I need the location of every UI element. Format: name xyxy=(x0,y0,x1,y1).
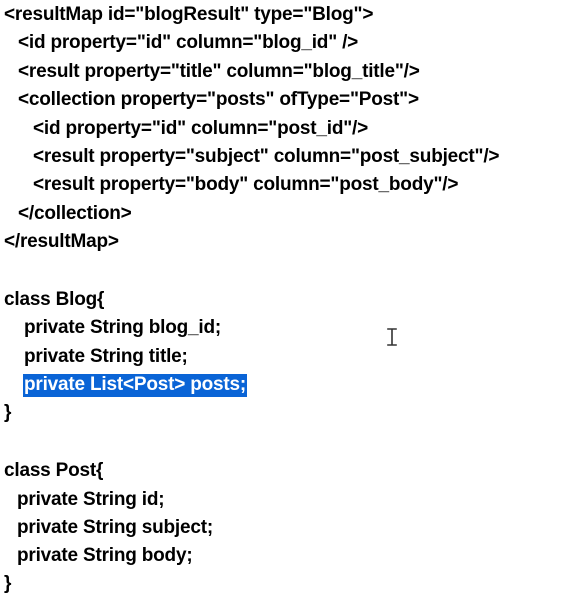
xml-line-resultmap-open: <resultMap id="blogResult" type="Blog"> xyxy=(4,4,374,25)
post-field-subject: private String subject; xyxy=(17,517,213,538)
code-document: <resultMap id="blogResult" type="Blog"> … xyxy=(0,0,583,598)
xml-line-post-id: <id property="id" column="post_id"/> xyxy=(33,118,369,139)
post-class-close: } xyxy=(4,573,12,594)
text-cursor-icon xyxy=(387,328,397,346)
xml-line-result-body: <result property="body" column="post_bod… xyxy=(33,174,459,195)
xml-line-id: <id property="id" column="blog_id" /> xyxy=(18,32,359,53)
xml-line-resultmap-close: </resultMap> xyxy=(4,231,119,252)
xml-line-collection-close: </collection> xyxy=(18,203,132,224)
blog-field-blog-id: private String blog_id; xyxy=(24,317,222,338)
xml-line-result-title: <result property="title" column="blog_ti… xyxy=(18,61,420,82)
blog-class-close: } xyxy=(4,402,12,423)
post-field-body: private String body; xyxy=(17,545,193,566)
blog-field-posts-row: private List<Post> posts; xyxy=(23,373,248,397)
xml-line-result-subject: <result property="subject" column="post_… xyxy=(33,146,500,167)
xml-line-collection-open: <collection property="posts" ofType="Pos… xyxy=(18,89,419,110)
post-field-id: private String id; xyxy=(17,489,165,510)
post-class-header: class Post{ xyxy=(4,460,104,481)
blog-field-title: private String title; xyxy=(24,346,188,367)
blog-class-header: class Blog{ xyxy=(4,289,105,310)
selected-text[interactable]: private List<Post> posts; xyxy=(23,374,248,397)
